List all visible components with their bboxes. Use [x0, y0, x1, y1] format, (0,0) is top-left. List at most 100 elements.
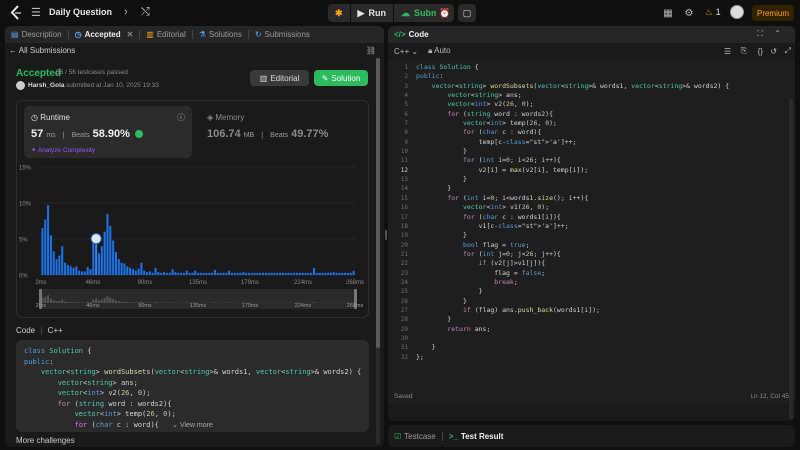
- cursor-position: Ln 12, Col 45: [750, 393, 789, 400]
- bar: [293, 272, 296, 275]
- navigator-bar: [131, 302, 134, 303]
- bar: [230, 272, 233, 275]
- left-scrollbar-thumb[interactable]: [376, 58, 380, 348]
- flask-icon: ⚗: [198, 30, 206, 39]
- bar: [143, 270, 146, 275]
- bar: [222, 272, 225, 275]
- tab-description[interactable]: ▤ Description: [5, 26, 68, 43]
- x-tick-label: 2ms: [35, 280, 46, 286]
- memory-card[interactable]: ◈ Memory: [207, 113, 244, 122]
- post-solution-button[interactable]: ✎ Solution: [314, 70, 368, 86]
- bar: [259, 272, 262, 275]
- bar: [165, 272, 168, 275]
- runtime-title: ◷ Runtime: [31, 113, 70, 122]
- bar: [100, 246, 103, 275]
- bar: [346, 272, 349, 275]
- memory-unit: MB: [243, 132, 255, 139]
- alarm-button[interactable]: ⏰: [436, 4, 454, 22]
- fullscreen-icon[interactable]: ⤢: [785, 46, 791, 56]
- runtime-distribution-chart[interactable]: 15% 10% 5% 0% 2ms 46ms 90ms 135ms 179ms 224ms 268m…: [17, 161, 368, 317]
- bar: [310, 272, 313, 275]
- reset-icon[interactable]: ↺: [770, 47, 777, 56]
- code-editor[interactable]: 1 2 3 4 5 6 7 8 9 10 11 12 13 14 15 16 17 18 19 20 21 22 23 24 2…: [388, 59, 795, 419]
- notes-icon[interactable]: ☰: [724, 47, 731, 56]
- bar: [270, 272, 273, 275]
- debug-button[interactable]: ✱: [328, 4, 350, 22]
- panel-resize-handle[interactable]: [385, 230, 387, 240]
- bar: [219, 272, 222, 275]
- book-icon: ▥: [146, 30, 154, 39]
- info-icon[interactable]: ⓘ: [177, 112, 185, 123]
- settings-gear-icon[interactable]: ⚙: [682, 5, 696, 21]
- problem-list-title[interactable]: Daily Question: [49, 7, 112, 17]
- navigator-bar: [66, 301, 69, 303]
- prev-question-icon[interactable]: ‹: [106, 6, 110, 18]
- bar: [298, 272, 301, 275]
- tab-test-result[interactable]: >_ Test Result: [443, 428, 510, 445]
- collapse-icon[interactable]: ⌃: [774, 29, 781, 38]
- run-button[interactable]: ▶ Run: [349, 4, 393, 22]
- analyze-complexity-link[interactable]: ✦ Analyze Complexity: [31, 146, 95, 154]
- left-scrollbar[interactable]: [376, 58, 380, 444]
- shuffle-icon[interactable]: ⤭: [141, 6, 150, 19]
- streak-counter[interactable]: ♨ 1: [705, 7, 721, 18]
- tab-testcase[interactable]: ☑ Testcase: [388, 428, 442, 445]
- language-select[interactable]: C++ ⌄: [394, 47, 418, 56]
- submitted-code-preview: class Solution { public: vector<string> …: [16, 340, 369, 432]
- auto-mode[interactable]: 🔒︎ Auto: [428, 46, 451, 56]
- language-value: C++: [394, 46, 410, 56]
- view-more-button[interactable]: ⌄ View more: [16, 421, 369, 429]
- bar: [126, 266, 129, 275]
- play-icon: ▶: [357, 7, 365, 18]
- share-link-icon[interactable]: ⛓: [366, 46, 376, 55]
- submitter-username[interactable]: Harsh_Gola: [28, 82, 65, 89]
- bar: [242, 272, 245, 275]
- navigator-bar: [112, 299, 115, 303]
- tab-code-label: Code: [408, 30, 429, 39]
- bar: [92, 242, 95, 275]
- format-braces-icon[interactable]: {}: [758, 47, 763, 56]
- bookmark-icon[interactable]: ⎘: [741, 46, 747, 56]
- runtime-value: 57: [31, 128, 44, 140]
- next-question-icon[interactable]: ›: [124, 6, 128, 18]
- editorial-button[interactable]: ▥ Editorial: [250, 70, 309, 86]
- bar: [177, 272, 180, 275]
- tab-solutions[interactable]: ⚗ Solutions: [193, 26, 248, 43]
- fire-icon: ♨: [705, 7, 714, 17]
- navigator-bar: [117, 301, 120, 303]
- your-runtime-marker: [90, 233, 102, 245]
- solution-button-label: Solution: [331, 73, 361, 83]
- bar: [81, 271, 84, 275]
- tab-code[interactable]: </> Code: [388, 26, 435, 43]
- runtime-card[interactable]: ◷ Runtime ⓘ 57 ms | Beats 58.90% ✦ Analy…: [24, 106, 192, 158]
- user-avatar[interactable]: [730, 5, 744, 19]
- bar: [41, 228, 44, 275]
- bar: [329, 272, 332, 275]
- tab-submissions[interactable]: ↻ Submissions: [249, 26, 316, 43]
- back-to-submissions[interactable]: ← All Submissions: [9, 46, 75, 55]
- close-tab-icon[interactable]: ✕: [127, 30, 134, 39]
- notes-button[interactable]: ▢: [458, 4, 476, 22]
- problem-list-icon[interactable]: ☰: [31, 6, 41, 19]
- bar: [295, 272, 299, 275]
- sparkle-icon: ✦: [31, 147, 37, 154]
- alarm-clock-icon: ⏰: [439, 7, 451, 18]
- premium-button[interactable]: Premium: [752, 5, 794, 21]
- bar: [89, 269, 92, 275]
- bar: [180, 272, 183, 275]
- bar: [185, 270, 188, 275]
- layout-grid-icon[interactable]: ▦: [661, 5, 675, 21]
- navigator-bar: [55, 301, 58, 303]
- tab-accepted[interactable]: ◷ Accepted ✕: [69, 26, 140, 43]
- leetcode-logo-icon[interactable]: [9, 5, 23, 21]
- navigator-bar: [100, 299, 103, 303]
- editor-scrollbar[interactable]: [789, 99, 793, 419]
- navigator-tick-label: 224ms: [295, 303, 312, 309]
- maximize-icon[interactable]: ⛶: [757, 29, 763, 39]
- tab-editorial[interactable]: ▥ Editorial: [140, 26, 191, 43]
- submissions-icon: ↻: [254, 30, 262, 39]
- bar: [157, 272, 160, 275]
- navigator-bar: [213, 302, 216, 303]
- editor-code-text[interactable]: class Solution { public: vector<string> …: [416, 63, 729, 362]
- bar: [327, 272, 330, 275]
